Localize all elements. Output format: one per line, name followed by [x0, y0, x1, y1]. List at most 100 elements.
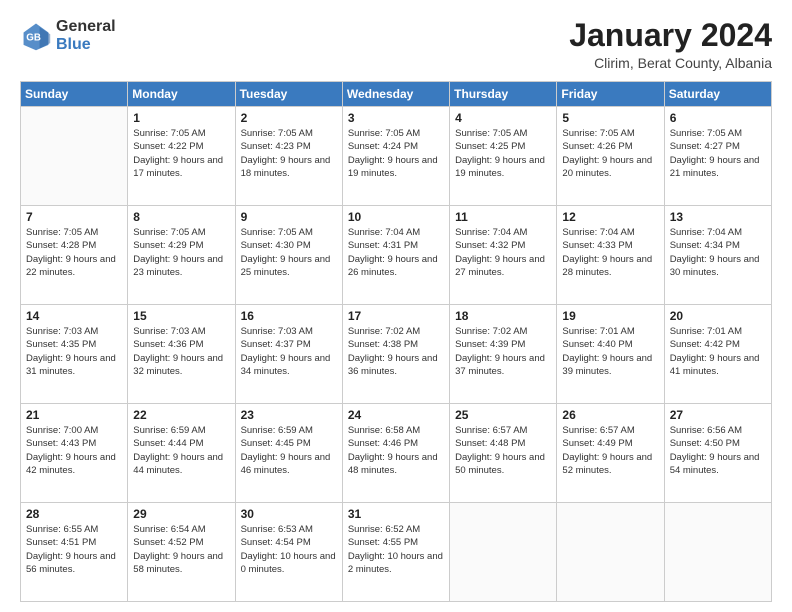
- calendar-cell-w3-d2: 15Sunrise: 7:03 AMSunset: 4:36 PMDayligh…: [128, 305, 235, 404]
- day-info: Sunrise: 7:05 AMSunset: 4:26 PMDaylight:…: [562, 127, 658, 180]
- calendar-cell-w4-d2: 22 Sunrise: 6:59 AMSunset: 4:44 PMDayligh…: [128, 404, 235, 503]
- calendar-cell-w1-d5: 4 Sunrise: 7:05 AMSunset: 4:25 PMDaylight…: [450, 107, 557, 206]
- weekday-header-sunday: Sunday: [21, 82, 128, 107]
- day-info: Sunrise: 7:03 AMSunset: 4:35 PMDaylight:…: [26, 325, 122, 378]
- title-block: January 2024 Clirim, Berat County, Alban…: [569, 18, 772, 71]
- day-info: Sunrise: 6:57 AMSunset: 4:48 PMDaylight:…: [455, 424, 551, 477]
- day-info: Sunrise: 7:05 AMSunset: 4:22 PMDaylight:…: [133, 127, 229, 180]
- day-info: Sunrise: 6:56 AMSunset: 4:50 PMDaylight:…: [670, 424, 766, 477]
- header: GB General Blue January 2024 Clirim, Ber…: [20, 18, 772, 71]
- weekday-header-tuesday: Tuesday: [235, 82, 342, 107]
- day-number: 15: [133, 309, 229, 323]
- day-info: Sunrise: 6:57 AMSunset: 4:49 PMDaylight:…: [562, 424, 658, 477]
- calendar-week-5: 28 Sunrise: 6:55 AMSunset: 4:51 PMDayligh…: [21, 503, 772, 602]
- calendar-cell-w2-d7: 13 Sunrise: 7:04 AMSunset: 4:34 PMDayligh…: [664, 206, 771, 305]
- calendar-cell-w4-d6: 26 Sunrise: 6:57 AMSunset: 4:49 PMDayligh…: [557, 404, 664, 503]
- calendar-cell-w1-d3: 2 Sunrise: 7:05 AMSunset: 4:23 PMDaylight…: [235, 107, 342, 206]
- day-number: 27: [670, 408, 766, 422]
- day-number: 10: [348, 210, 444, 224]
- calendar-cell-w4-d3: 23Sunrise: 6:59 AMSunset: 4:45 PMDayligh…: [235, 404, 342, 503]
- calendar-cell-w2-d3: 9 Sunrise: 7:05 AMSunset: 4:30 PMDaylight…: [235, 206, 342, 305]
- day-info: Sunrise: 7:05 AMSunset: 4:23 PMDaylight:…: [241, 127, 337, 180]
- day-info: Sunrise: 6:54 AMSunset: 4:52 PMDaylight:…: [133, 523, 229, 576]
- day-info: Sunrise: 6:58 AMSunset: 4:46 PMDaylight:…: [348, 424, 444, 477]
- day-number: 9: [241, 210, 337, 224]
- day-number: 7: [26, 210, 122, 224]
- day-info: Sunrise: 6:53 AMSunset: 4:54 PMDaylight:…: [241, 523, 337, 576]
- title-location: Clirim, Berat County, Albania: [569, 55, 772, 71]
- day-number: 11: [455, 210, 551, 224]
- calendar-cell-w3-d7: 20 Sunrise: 7:01 AMSunset: 4:42 PMDayligh…: [664, 305, 771, 404]
- calendar-cell-w2-d1: 7 Sunrise: 7:05 AMSunset: 4:28 PMDaylight…: [21, 206, 128, 305]
- calendar-cell-w1-d7: 6Sunrise: 7:05 AMSunset: 4:27 PMDaylight…: [664, 107, 771, 206]
- day-info: Sunrise: 7:01 AMSunset: 4:40 PMDaylight:…: [562, 325, 658, 378]
- calendar-cell-w5-d6: [557, 503, 664, 602]
- day-number: 30: [241, 507, 337, 521]
- day-info: Sunrise: 6:59 AMSunset: 4:44 PMDaylight:…: [133, 424, 229, 477]
- calendar-cell-w5-d2: 29Sunrise: 6:54 AMSunset: 4:52 PMDayligh…: [128, 503, 235, 602]
- calendar-cell-w1-d6: 5Sunrise: 7:05 AMSunset: 4:26 PMDaylight…: [557, 107, 664, 206]
- day-number: 19: [562, 309, 658, 323]
- day-number: 21: [26, 408, 122, 422]
- page: GB General Blue January 2024 Clirim, Ber…: [0, 0, 792, 612]
- day-info: Sunrise: 7:05 AMSunset: 4:25 PMDaylight:…: [455, 127, 551, 180]
- calendar-cell-w3-d4: 17Sunrise: 7:02 AMSunset: 4:38 PMDayligh…: [342, 305, 449, 404]
- calendar-cell-w4-d7: 27 Sunrise: 6:56 AMSunset: 4:50 PMDayligh…: [664, 404, 771, 503]
- day-info: Sunrise: 7:01 AMSunset: 4:42 PMDaylight:…: [670, 325, 766, 378]
- day-info: Sunrise: 7:05 AMSunset: 4:28 PMDaylight:…: [26, 226, 122, 279]
- day-number: 28: [26, 507, 122, 521]
- day-info: Sunrise: 7:04 AMSunset: 4:34 PMDaylight:…: [670, 226, 766, 279]
- day-number: 14: [26, 309, 122, 323]
- day-number: 3: [348, 111, 444, 125]
- weekday-header-row: SundayMondayTuesdayWednesdayThursdayFrid…: [21, 82, 772, 107]
- calendar-table: SundayMondayTuesdayWednesdayThursdayFrid…: [20, 81, 772, 602]
- weekday-header-saturday: Saturday: [664, 82, 771, 107]
- day-info: Sunrise: 7:05 AMSunset: 4:30 PMDaylight:…: [241, 226, 337, 279]
- calendar-week-2: 7 Sunrise: 7:05 AMSunset: 4:28 PMDaylight…: [21, 206, 772, 305]
- day-info: Sunrise: 7:04 AMSunset: 4:32 PMDaylight:…: [455, 226, 551, 279]
- day-number: 12: [562, 210, 658, 224]
- logo: GB General Blue: [20, 18, 116, 53]
- day-info: Sunrise: 7:05 AMSunset: 4:29 PMDaylight:…: [133, 226, 229, 279]
- calendar-cell-w2-d6: 12 Sunrise: 7:04 AMSunset: 4:33 PMDayligh…: [557, 206, 664, 305]
- day-info: Sunrise: 7:04 AMSunset: 4:31 PMDaylight:…: [348, 226, 444, 279]
- day-number: 18: [455, 309, 551, 323]
- day-info: Sunrise: 6:55 AMSunset: 4:51 PMDaylight:…: [26, 523, 122, 576]
- logo-text: General Blue: [56, 18, 116, 53]
- day-number: 24: [348, 408, 444, 422]
- calendar-cell-w4-d1: 21Sunrise: 7:00 AMSunset: 4:43 PMDayligh…: [21, 404, 128, 503]
- day-number: 25: [455, 408, 551, 422]
- weekday-header-monday: Monday: [128, 82, 235, 107]
- weekday-header-thursday: Thursday: [450, 82, 557, 107]
- calendar-cell-w3-d6: 19 Sunrise: 7:01 AMSunset: 4:40 PMDayligh…: [557, 305, 664, 404]
- logo-blue-text: Blue: [56, 36, 116, 54]
- day-info: Sunrise: 7:02 AMSunset: 4:39 PMDaylight:…: [455, 325, 551, 378]
- calendar-week-3: 14 Sunrise: 7:03 AMSunset: 4:35 PMDayligh…: [21, 305, 772, 404]
- logo-icon: GB: [20, 20, 52, 52]
- day-number: 2: [241, 111, 337, 125]
- calendar-cell-w2-d4: 10 Sunrise: 7:04 AMSunset: 4:31 PMDayligh…: [342, 206, 449, 305]
- day-number: 1: [133, 111, 229, 125]
- calendar-cell-w4-d4: 24 Sunrise: 6:58 AMSunset: 4:46 PMDayligh…: [342, 404, 449, 503]
- day-number: 20: [670, 309, 766, 323]
- day-info: Sunrise: 6:52 AMSunset: 4:55 PMDaylight:…: [348, 523, 444, 576]
- day-number: 17: [348, 309, 444, 323]
- calendar-cell-w4-d5: 25 Sunrise: 6:57 AMSunset: 4:48 PMDayligh…: [450, 404, 557, 503]
- calendar-week-1: 1 Sunrise: 7:05 AMSunset: 4:22 PMDaylight…: [21, 107, 772, 206]
- day-number: 26: [562, 408, 658, 422]
- logo-general-text: General: [56, 18, 116, 36]
- calendar-header: SundayMondayTuesdayWednesdayThursdayFrid…: [21, 82, 772, 107]
- day-number: 13: [670, 210, 766, 224]
- day-number: 6: [670, 111, 766, 125]
- calendar-cell-w3-d5: 18 Sunrise: 7:02 AMSunset: 4:39 PMDayligh…: [450, 305, 557, 404]
- day-number: 31: [348, 507, 444, 521]
- calendar-cell-w3-d3: 16Sunrise: 7:03 AMSunset: 4:37 PMDayligh…: [235, 305, 342, 404]
- day-number: 22: [133, 408, 229, 422]
- calendar-cell-w5-d4: 31 Sunrise: 6:52 AMSunset: 4:55 PMDayligh…: [342, 503, 449, 602]
- day-number: 4: [455, 111, 551, 125]
- calendar-cell-w1-d2: 1 Sunrise: 7:05 AMSunset: 4:22 PMDaylight…: [128, 107, 235, 206]
- day-info: Sunrise: 7:04 AMSunset: 4:33 PMDaylight:…: [562, 226, 658, 279]
- day-number: 8: [133, 210, 229, 224]
- calendar-cell-w5-d7: [664, 503, 771, 602]
- calendar-cell-w2-d5: 11 Sunrise: 7:04 AMSunset: 4:32 PMDayligh…: [450, 206, 557, 305]
